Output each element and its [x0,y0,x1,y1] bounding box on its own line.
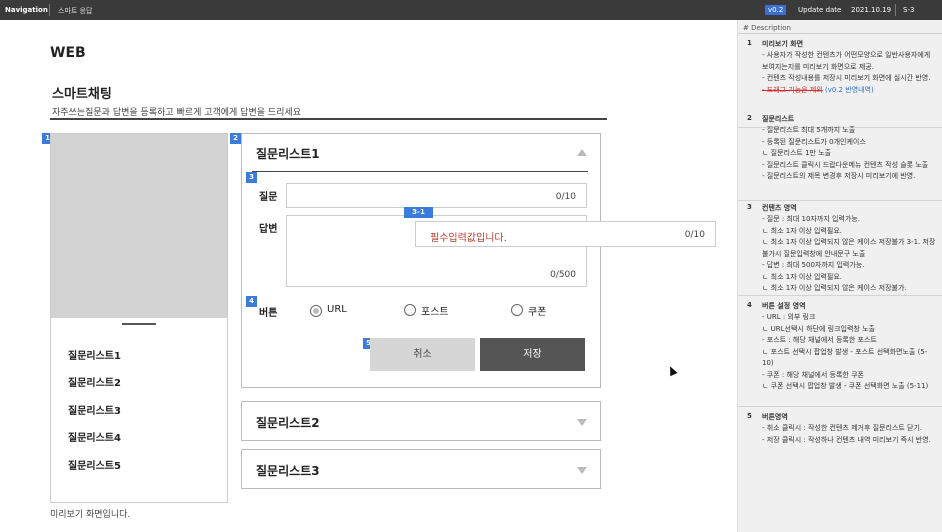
description-line: - 질문리스트 클릭시 드랍다운메뉴 컨텐츠 작성 슬롯 노출 [762,160,929,169]
description-line: ㄴ 최소 1자 이상 입력되지 않은 케이스 저장불가. [762,284,907,292]
update-date-label: Update date [798,6,842,14]
mouse-cursor-icon [666,364,678,377]
struck-line: - 드래그 기능은 제외 [762,85,823,94]
description-line: - 질문리스트의 제목 변경후 저장시 미리보기에 반영. [762,172,916,180]
divider [895,4,896,16]
validation-message: 필수입력값입니다. [430,233,507,244]
validation-tooltip: 필수입력값입니다. 0/10 [415,221,716,247]
radio-empty-icon [511,304,523,316]
description-line: ㄴ URL선택시 하단에 링크입력창 노출 [762,324,875,333]
description-line: - 포스트 : 해당 채널에서 등록한 포스트 [762,336,877,344]
preview-image [51,134,227,318]
section-number: 5 [747,412,752,420]
preview-caption: 미리보기 화면입니다. [50,510,131,520]
radio-label: 쿠폰 [528,307,547,318]
description-line: ㄴ 질문리스트 1만 노출 [762,149,832,157]
top-bar: Navigation 스마트 응답 v0.2 Update date 2021.… [0,0,942,20]
section-title: 컨텐츠 영역 [762,204,797,212]
description-line: - URL : 외부 링크 [762,313,816,321]
update-date: 2021.10.19 [851,6,892,14]
description-line: - 질문 : 최대 10자까지 입력가능. [762,215,860,223]
annotation-badge: 3 [246,172,257,183]
preview-list-item[interactable]: 질문리스트3 [68,402,121,417]
collapse-icon[interactable] [577,149,587,156]
navigation-label[interactable]: Navigation [5,6,48,14]
platform-label: WEB [50,45,86,61]
question-panel-2[interactable]: 질문리스트2 [241,401,601,441]
description-line: ㄴ 최소 1자 이상 입력되지 않은 케이스 저장불가 3-1. 저장불가시 질… [762,238,936,258]
save-button[interactable]: 저장 [480,338,585,371]
preview-panel: 질문리스트1 질문리스트2 질문리스트3 질문리스트4 질문리스트5 [50,133,228,503]
divider [738,33,942,34]
radio-selected-icon [310,305,322,317]
preview-list-item[interactable]: 질문리스트2 [68,374,121,389]
question-char-count: 0/10 [555,192,576,202]
expand-icon[interactable] [577,467,587,474]
preview-list-item[interactable]: 질문리스트1 [68,347,121,362]
section-number: 4 [747,301,752,309]
radio-empty-icon [404,304,416,316]
question-label: 질문 [259,192,278,203]
breadcrumb[interactable]: 스마트 응답 [58,6,92,16]
description-line: - 사용자가 작성한 컨텐츠가 어떤모양으로 일반사용자에게 보여지는지를 미리… [762,51,931,71]
question-panel-3[interactable]: 질문리스트3 [241,449,601,489]
version-note: (v0.2 반영내역) [824,85,874,94]
description-line: ㄴ 포스트 선택시 팝업창 발생 - 포스트 선택화면노출 (5-10) [762,347,928,368]
annotation-badge: 4 [246,296,257,307]
screen-code: S-3 [903,6,915,14]
section-number: 3 [747,203,752,211]
button-type-label: 버튼 [259,308,278,319]
title-underline [50,118,607,120]
question-input[interactable]: 0/10 [286,183,587,208]
description-panel: # Description 1 미리보기 화면 - 사용자가 작성한 컨텐츠가 … [737,20,942,532]
description-line: ㄴ 쿠폰 선택시 팝업창 발생 - 쿠폰 선택화면 노출 (5-11) [762,382,929,390]
expand-icon[interactable] [577,419,587,426]
version-badge: v0.2 [765,5,787,15]
page-subtitle: 자주쓰는질문과 답변을 등록하고 빠르게 고객에게 답변을 드리세요 [52,108,302,118]
cancel-button[interactable]: 취소 [370,338,475,371]
description-line: ㄴ 최소 1자 이상 입력필요. [762,226,842,235]
panel-title[interactable]: 질문리스트1 [256,145,320,162]
divider [738,200,942,201]
section-number: 2 [747,114,752,122]
description-line: - 컨텐츠 작성내용를 저장시 미리보기 화면에 실시간 반영. [762,74,931,82]
description-line: - 쿠폰 : 해당 채널에서 등록한 쿠폰 [762,370,864,379]
section-title: 미리보기 화면 [762,40,804,48]
annotation-badge: 3-1 [404,207,433,218]
annotation-badge: 2 [230,133,241,144]
section-title: 버튼영역 [762,413,788,421]
page-title: 스마트채팅 [52,87,112,102]
answer-label: 답변 [259,224,278,235]
description-line: ㄴ 최소 1자 이상 입력필요. [762,272,842,281]
description-line: - 취소 클릭시 : 작성한 컨텐츠 제거후 질문리스트 닫기. [762,424,923,432]
drag-handle [122,323,156,325]
radio-label: 포스트 [421,307,449,318]
answer-char-count: 0/500 [550,270,576,280]
description-line: - 저장 클릭시 : 작성하나 컨텐츠 내역 미리보기 즉시 반영. [762,435,931,444]
radio-label: URL [327,304,347,315]
description-line: - 질문리스트 최대 5개까지 노출 [762,126,856,134]
divider [738,295,942,296]
divider [738,406,942,407]
description-line: - 답변 : 최대 500자까지 입력가능. [762,261,865,269]
description-line: - 등록된 질문리스트가 0개인케이스 [762,137,866,146]
section-title: 버튼 설정 영역 [762,302,806,310]
panel-title[interactable]: 질문리스트3 [256,462,320,479]
description-header: # Description [743,24,791,32]
panel-title[interactable]: 질문리스트2 [256,414,320,431]
preview-list-item[interactable]: 질문리스트4 [68,429,121,444]
section-title: 질문리스트 [762,115,795,123]
preview-list-item[interactable]: 질문리스트5 [68,457,121,472]
tooltip-char-count: 0/10 [684,230,705,240]
section-number: 1 [747,39,752,47]
divider [49,4,50,16]
panel-divider [252,171,588,172]
